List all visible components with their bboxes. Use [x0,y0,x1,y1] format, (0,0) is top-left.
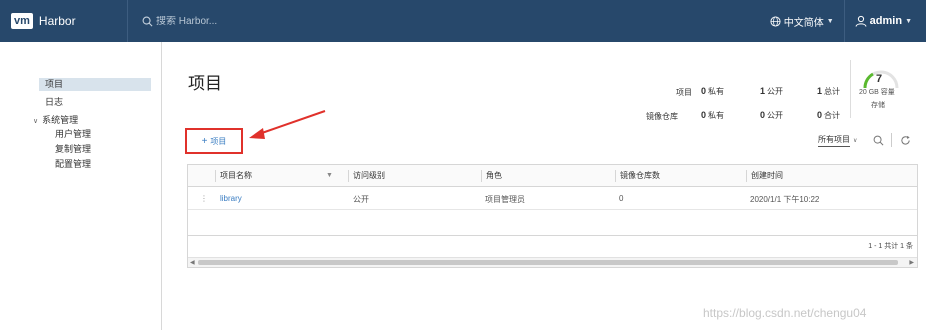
page-title: 项目 [188,74,222,93]
language-label: 中文简体 [783,17,824,29]
horizontal-scrollbar[interactable]: ◀ ▶ [188,257,917,267]
sidebar-item-users[interactable]: 用户管理 [55,128,91,141]
watermark: https://blog.csdn.net/chengu04 [703,306,867,320]
chevron-down-icon: ▼ [826,17,834,25]
globe-icon [770,15,781,27]
row-menu-icon[interactable]: ⋮ [200,194,208,203]
user-menu[interactable]: admin ▼ [843,0,912,42]
search-icon[interactable] [872,134,884,146]
cell-access: 公开 [353,195,369,204]
brand[interactable]: vm Harbor [0,0,128,42]
gauge-count: 7 [876,73,883,85]
search-input[interactable] [156,15,356,27]
table-footer-divider [188,235,917,236]
storage-gauge: 7 20 GB 容量 存储 [850,60,910,118]
global-search [142,0,442,42]
stats-repos-label: 镜像仓库 [646,112,678,121]
filter-label: 所有项目 [818,134,850,147]
stats-projects-label: 项目 [676,88,692,97]
sidebar-item-projects[interactable]: 项目 [39,78,151,91]
gauge-capacity: 20 GB 容量 [859,89,895,96]
brand-name: Harbor [38,14,76,28]
sidebar: 项目 日志 ∨ 系统管理 用户管理 复制管理 配置管理 [0,42,162,330]
project-name-link[interactable]: library [220,194,242,203]
add-project-button[interactable]: + 项目 [185,128,243,154]
plus-icon: + [201,135,208,147]
stats-projects-private: 0 私有 [701,86,725,96]
stats-projects-public: 1 公开 [760,86,784,96]
column-header-role[interactable]: 角色 [481,170,502,182]
search-icon[interactable] [142,16,153,27]
pagination-info: 1 - 1 共计 1 条 [868,243,913,250]
language-selector[interactable]: 中文简体 ▼ [770,14,834,29]
gauge-label: 存储 [871,102,885,109]
stats-projects-total: 1 总计 [817,86,841,96]
chevron-down-icon: ∨ [33,118,39,125]
table-header: 项目名称 ▼ 访问级别 角色 镜像仓库数 创建时间 [188,165,917,187]
project-filter-select[interactable]: 所有项目 ∨ [818,134,857,147]
divider [891,133,892,147]
annotation-arrow [249,110,326,139]
projects-table: 项目名称 ▼ 访问级别 角色 镜像仓库数 创建时间 ⋮ library 公开 项… [187,164,918,268]
column-header-created[interactable]: 创建时间 [746,170,783,182]
sidebar-item-configuration[interactable]: 配置管理 [55,158,91,171]
sidebar-item-logs[interactable]: 日志 [45,96,63,109]
scroll-left-icon[interactable]: ◀ [190,258,195,268]
refresh-icon[interactable] [899,134,911,146]
user-icon [855,15,867,27]
username: admin [869,15,903,27]
filter-icon[interactable]: ▼ [326,170,333,182]
vm-logo: vm [11,13,33,29]
column-header-name[interactable]: 项目名称 ▼ [215,170,333,182]
scrollbar-thumb[interactable] [198,260,898,265]
sidebar-item-system-admin[interactable]: ∨ 系统管理 [33,114,78,128]
cell-role: 项目管理员 [485,195,525,204]
chevron-down-icon: ∨ [853,138,858,144]
chevron-down-icon: ▼ [905,17,912,25]
add-project-label: 项目 [210,136,227,146]
sidebar-item-label: 系统管理 [42,115,79,125]
cell-created: 2020/1/1 下午10:22 [750,195,820,204]
stats-repos-total: 0 合计 [817,110,841,120]
stats-repos-public: 0 公开 [760,110,784,120]
scroll-right-icon[interactable]: ▶ [909,258,914,268]
sidebar-item-replication[interactable]: 复制管理 [55,143,91,156]
cell-repo-count: 0 [619,194,624,203]
top-header: vm Harbor 中文简体 ▼ admin ▼ [0,0,926,42]
column-header-repo-count[interactable]: 镜像仓库数 [615,170,660,182]
table-row[interactable]: ⋮ library 公开 项目管理员 0 2020/1/1 下午10:22 [188,188,917,210]
stats-repos-private: 0 私有 [701,110,725,120]
column-header-access[interactable]: 访问级别 [348,170,385,182]
